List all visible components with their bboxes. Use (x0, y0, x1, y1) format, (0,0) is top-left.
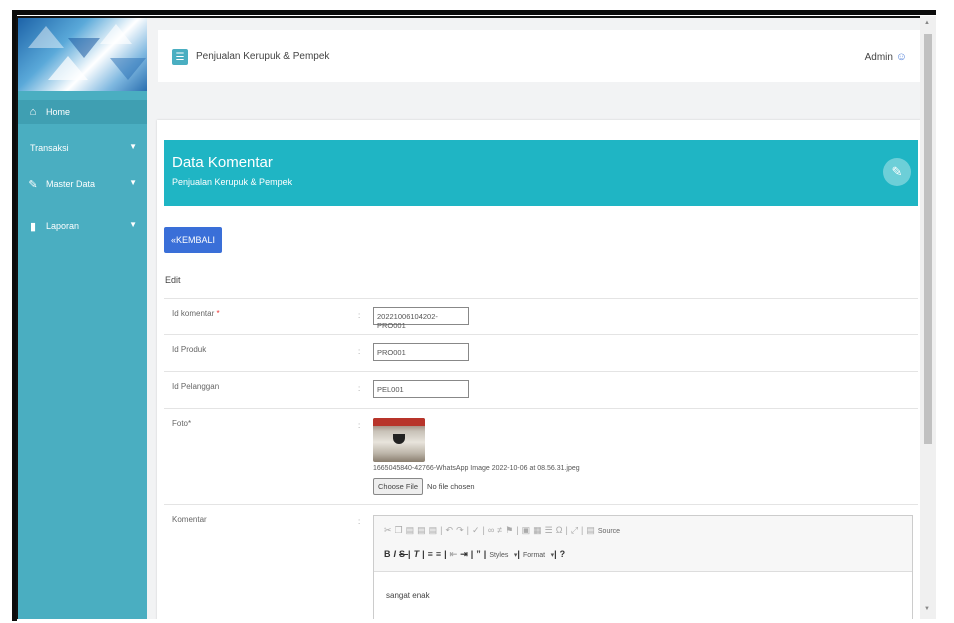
editor-toolbar-row-2: BIS|T|≡≡|⇤⇥|”|Styles ▾|Format ▾|? (384, 549, 569, 559)
form-row-id-pelanggan: Id Pelanggan : PEL001 (164, 371, 918, 408)
undo-icon[interactable]: ↶ (446, 525, 457, 535)
user-menu[interactable]: Admin ☺ (865, 51, 907, 63)
form-row-id-komentar: Id komentar * : 20221006104202-PRO001 (164, 298, 918, 334)
label-text: Id komentar (172, 309, 215, 318)
sidebar-item-label: Laporan (46, 221, 80, 231)
required-marker: * (188, 419, 192, 428)
card-header: Data Komentar Penjualan Kerupuk & Pempek… (164, 140, 918, 206)
sidebar-item-label: Master Data (46, 179, 96, 189)
required-marker: * (216, 309, 220, 318)
chevron-down-icon: ▼ (129, 178, 137, 187)
document-icon: ▮ (29, 220, 37, 233)
chevron-down-icon: ▼ (129, 220, 137, 229)
copy-icon[interactable]: ❐ (395, 525, 406, 535)
redo-icon[interactable]: ↷ (456, 525, 467, 535)
page-title: Data Komentar (172, 154, 273, 171)
scroll-thumb[interactable] (924, 34, 932, 444)
bulleted-list-icon[interactable]: ≡ (436, 549, 444, 559)
top-header: ☰ Penjualan Kerupuk & Pempek Admin ☺ (158, 30, 925, 82)
image-icon[interactable]: ▣ (522, 525, 534, 535)
sidebar-item-label: Transaksi (30, 143, 69, 153)
field-label: Id Produk (172, 345, 207, 354)
id-pelanggan-input[interactable]: PEL001 (373, 380, 469, 398)
paste-icon[interactable]: ▤ (406, 525, 418, 535)
editor-toolbar: ✂❐▤▤▤|↶↷|✓|∞≠⚑|▣▦☰Ω|⤢|▤Source BIS|T|≡≡|⇤… (374, 516, 912, 572)
hamburger-icon: ☰ (175, 51, 185, 63)
scroll-down-icon[interactable]: ▼ (924, 606, 930, 612)
user-name: Admin (864, 52, 893, 63)
edit-icon: ✎ (883, 158, 911, 186)
back-button[interactable]: « KEMBALI (164, 227, 222, 253)
vertical-scrollbar[interactable]: ▲ ▼ (920, 16, 936, 619)
bold-icon[interactable]: B (384, 549, 394, 559)
chevron-down-icon: ▼ (129, 142, 137, 151)
scroll-up-icon[interactable]: ▲ (924, 20, 930, 26)
paste-text-icon[interactable]: ▤ (417, 525, 429, 535)
file-status: No file chosen (427, 482, 475, 491)
remove-format-icon[interactable]: T (414, 549, 423, 559)
source-button[interactable]: Source (598, 528, 620, 535)
rich-text-editor[interactable]: ✂❐▤▤▤|↶↷|✓|∞≠⚑|▣▦☰Ω|⤢|▤Source BIS|T|≡≡|⇤… (373, 515, 913, 619)
label-text: Foto (172, 419, 189, 428)
id-produk-input[interactable]: PRO001 (373, 343, 469, 361)
sidebar-item-label: Home (46, 107, 71, 117)
field-label: Id Pelanggan (172, 382, 220, 391)
sidebar-item-home[interactable]: ⌂ Home (18, 100, 147, 124)
colon: : (358, 384, 361, 393)
colon: : (358, 347, 361, 356)
anchor-icon[interactable]: ⚑ (505, 525, 516, 535)
menu-toggle-button[interactable]: ☰ (172, 49, 188, 65)
edit-icon: ✎ (28, 178, 38, 191)
form-row-id-produk: Id Produk : PRO001 (164, 334, 918, 371)
sidebar-item-laporan[interactable]: ▮ Laporan ▼ (18, 214, 147, 238)
home-icon: ⌂ (29, 106, 37, 118)
outdent-icon[interactable]: ⇤ (450, 549, 461, 559)
sidebar-item-transaksi[interactable]: Transaksi ▼ (18, 136, 147, 160)
form-row-foto: Foto* : 1665045840-42766-WhatsApp Image … (164, 408, 918, 504)
logo (18, 18, 147, 91)
id-komentar-input[interactable]: 20221006104202-PRO001 (373, 307, 469, 330)
horizontal-line-icon[interactable]: ☰ (545, 525, 556, 535)
styles-dropdown[interactable]: Styles (489, 552, 508, 559)
spellcheck-icon[interactable]: ✓ (472, 525, 483, 535)
source-icon[interactable]: ▤ (586, 525, 598, 535)
sidebar-item-master-data[interactable]: ✎ Master Data ▼ (18, 172, 147, 196)
app-title: Penjualan Kerupuk & Pempek (196, 51, 330, 62)
back-button-label: KEMBALI (176, 235, 216, 245)
field-label: Foto* (172, 419, 191, 428)
photo-filename: 1665045840-42766-WhatsApp Image 2022-10-… (373, 465, 580, 472)
paste-word-icon[interactable]: ▤ (429, 525, 441, 535)
window-frame: ⌂ Home Transaksi ▼ ✎ Master Data ▼ ▮ Lap… (0, 0, 954, 623)
format-dropdown[interactable]: Format (523, 552, 545, 559)
browser-viewport: ⌂ Home Transaksi ▼ ✎ Master Data ▼ ▮ Lap… (16, 16, 932, 619)
field-label: Komentar (172, 515, 207, 524)
indent-icon[interactable]: ⇥ (460, 549, 471, 559)
user-icon: ☺ (895, 51, 907, 63)
content-card: Data Komentar Penjualan Kerupuk & Pempek… (157, 120, 932, 619)
colon: : (358, 517, 361, 526)
editor-toolbar-row-1: ✂❐▤▤▤|↶↷|✓|∞≠⚑|▣▦☰Ω|⤢|▤Source (384, 525, 621, 535)
table-icon[interactable]: ▦ (533, 525, 545, 535)
field-label: Id komentar * (172, 309, 220, 318)
chevron-down-icon: ▾ (513, 552, 518, 559)
blockquote-icon[interactable]: ” (476, 549, 484, 559)
link-icon[interactable]: ∞ (488, 525, 497, 535)
special-char-icon[interactable]: Ω (556, 525, 566, 535)
colon: : (358, 311, 361, 320)
numbered-list-icon[interactable]: ≡ (428, 549, 436, 559)
section-title: Edit (165, 275, 181, 285)
chevron-down-icon: ▾ (550, 552, 555, 559)
choose-file-button[interactable]: Choose File (373, 478, 424, 495)
strikethrough-icon[interactable]: S (399, 549, 408, 559)
help-icon[interactable]: ? (560, 549, 569, 559)
file-input: Choose File No file chosen (373, 478, 475, 495)
maximize-icon[interactable]: ⤢ (571, 525, 581, 535)
form-row-komentar: Komentar : ✂❐▤▤▤|↶↷|✓|∞≠⚑|▣▦☰Ω|⤢|▤Source… (164, 504, 918, 619)
colon: : (358, 421, 361, 430)
sidebar: ⌂ Home Transaksi ▼ ✎ Master Data ▼ ▮ Lap… (18, 18, 147, 619)
page-subtitle: Penjualan Kerupuk & Pempek (172, 177, 293, 187)
cut-icon[interactable]: ✂ (384, 525, 395, 535)
photo-thumbnail (373, 418, 425, 462)
editor-content[interactable]: sangat enak (386, 591, 430, 600)
